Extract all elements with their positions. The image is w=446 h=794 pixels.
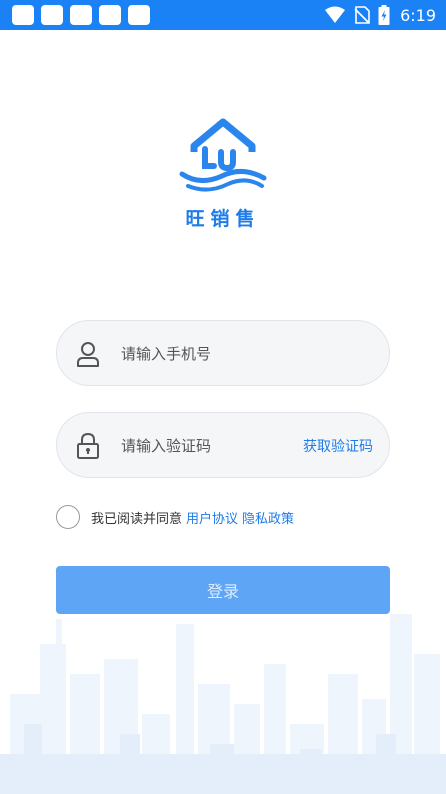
- city-skyline-illustration: [0, 614, 446, 794]
- system-status-icons: 6:19: [324, 4, 436, 26]
- agreement-row: 我已阅读并同意 用户协议 隐私政策: [56, 504, 294, 530]
- app-notification-icon: [70, 5, 92, 25]
- get-code-button[interactable]: 获取验证码: [303, 436, 373, 456]
- clock-time: 6:19: [400, 5, 436, 25]
- agreement-checkbox[interactable]: [56, 505, 80, 529]
- app-notification-icon: [41, 5, 63, 25]
- privacy-policy-link[interactable]: 隐私政策: [242, 508, 294, 527]
- verification-code-field: 获取验证码: [56, 412, 390, 478]
- lock-icon: [77, 432, 99, 459]
- wifi-icon: [325, 6, 346, 23]
- no-sim-icon: [354, 6, 370, 24]
- agreement-text: 我已阅读并同意: [91, 511, 183, 527]
- user-icon: [77, 342, 99, 367]
- app-notification-icon: [99, 5, 121, 25]
- phone-field: [56, 320, 390, 386]
- battery-charging-icon: [378, 5, 390, 25]
- notification-icons: [12, 5, 150, 25]
- verification-code-input[interactable]: [121, 431, 301, 461]
- app-notification-icon: [128, 5, 150, 25]
- login-button[interactable]: 登录: [56, 566, 390, 614]
- brand-name: 旺销售: [185, 208, 261, 230]
- phone-input[interactable]: [121, 339, 301, 369]
- app-notification-icon: [12, 5, 34, 25]
- user-agreement-link[interactable]: 用户协议: [186, 508, 238, 527]
- status-bar: 6:19: [0, 0, 446, 30]
- house-wave-logo-icon: [179, 118, 267, 192]
